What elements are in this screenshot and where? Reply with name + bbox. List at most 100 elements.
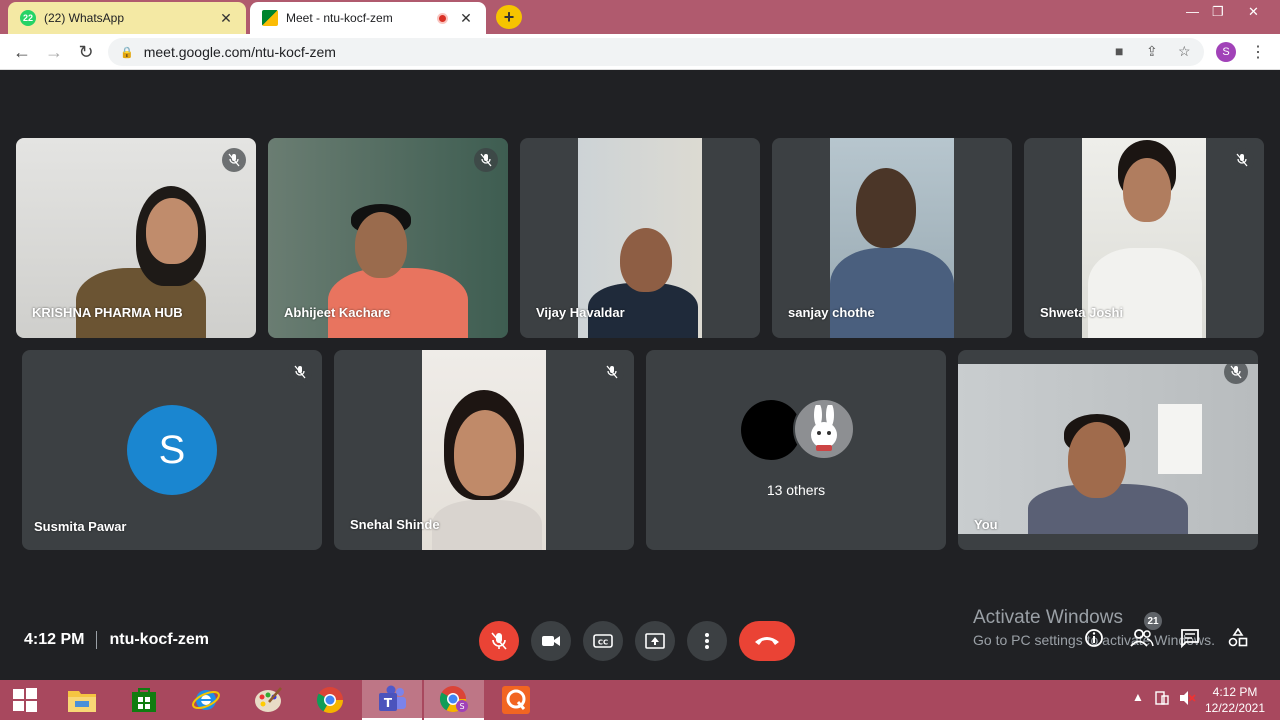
participant-tile[interactable]: KRISHNA PHARMA HUB [16, 138, 256, 338]
participant-tile[interactable]: Abhijeet Kachare [268, 138, 508, 338]
lock-icon: 🔒 [120, 46, 134, 59]
close-window-icon[interactable]: ✕ [1248, 4, 1259, 20]
reload-icon[interactable]: ↻ [76, 42, 96, 63]
taskbar-store[interactable] [114, 680, 174, 720]
people-button[interactable] [1130, 628, 1154, 653]
meeting-details-button[interactable] [1084, 628, 1104, 653]
participant-name: KRISHNA PHARMA HUB [32, 305, 183, 320]
participant-video [422, 350, 546, 550]
activities-icon [1228, 627, 1248, 647]
taskbar-internet-explorer[interactable] [176, 680, 236, 720]
mic-toggle-button[interactable] [479, 621, 519, 661]
teams-icon: T [379, 685, 406, 711]
participant-name: sanjay chothe [788, 305, 875, 320]
store-icon [132, 688, 156, 712]
camera-permission-icon[interactable]: ■ [1115, 43, 1123, 59]
participant-tile[interactable]: Vijay Havaldar [520, 138, 760, 338]
mic-muted-icon [600, 360, 624, 384]
participant-tile[interactable]: Shweta Joshi [1024, 138, 1264, 338]
close-tab-icon[interactable]: ✕ [458, 10, 474, 27]
windows-taskbar: T S ▲ 4:12 PM 12/22/2021 [0, 680, 1280, 720]
mic-muted-icon [1230, 148, 1254, 172]
taskbar-file-explorer[interactable] [52, 680, 112, 720]
participant-tile[interactable]: S Susmita Pawar [22, 350, 322, 550]
chrome-profile-icon: S [439, 686, 468, 713]
q-app-icon [502, 686, 530, 714]
network-icon[interactable] [1154, 690, 1170, 709]
tab-whatsapp[interactable]: 22 (22) WhatsApp ✕ [8, 2, 246, 34]
present-button[interactable] [635, 621, 675, 661]
taskbar-chrome[interactable] [300, 680, 360, 720]
mic-off-icon [491, 632, 507, 650]
browser-toolbar: ← → ↻ 🔒 meet.google.com/ntu-kocf-zem ■ ⇪… [0, 34, 1280, 70]
mic-muted-icon [474, 148, 498, 172]
clock-date: 12/22/2021 [1204, 701, 1266, 715]
svg-text:S: S [459, 702, 464, 711]
participant-name: Abhijeet Kachare [284, 305, 391, 320]
close-tab-icon[interactable]: ✕ [218, 10, 234, 27]
mic-muted-icon [288, 360, 312, 384]
forward-icon[interactable]: → [44, 42, 64, 63]
windows-logo-icon [13, 688, 37, 712]
tab-title: Meet - ntu-kocf-zem [286, 11, 393, 25]
tab-meet[interactable]: Meet - ntu-kocf-zem ✕ [250, 2, 486, 34]
chrome-icon [316, 687, 344, 714]
taskbar-teams[interactable]: T [362, 680, 422, 720]
folder-icon [68, 691, 96, 712]
avatar [793, 398, 855, 460]
others-count-label: 13 others [766, 482, 826, 498]
new-tab-button[interactable]: + [496, 5, 522, 29]
start-button[interactable] [0, 680, 50, 720]
activities-button[interactable] [1228, 627, 1248, 653]
hangup-icon [755, 637, 779, 645]
participant-tile[interactable]: Snehal Shinde [334, 350, 634, 550]
camera-icon [542, 636, 560, 646]
speaker-muted-icon[interactable] [1178, 690, 1196, 709]
participant-name: Vijay Havaldar [536, 305, 625, 320]
restore-icon[interactable]: ❐ [1212, 4, 1224, 20]
clock-time: 4:12 PM [1212, 685, 1258, 699]
meeting-code: ntu-kocf-zem [109, 631, 210, 648]
chat-icon [1181, 629, 1199, 649]
taskbar-paint[interactable] [238, 680, 298, 720]
meet-icon [262, 10, 278, 26]
address-bar[interactable]: 🔒 meet.google.com/ntu-kocf-zem [108, 38, 1204, 66]
others-tile[interactable]: 13 others [646, 350, 946, 550]
browser-menu-icon[interactable]: ⋮ [1250, 42, 1266, 62]
show-hidden-icons[interactable]: ▲ [1132, 690, 1144, 704]
more-icon [705, 633, 709, 649]
captions-button[interactable]: CC [583, 621, 623, 661]
mic-muted-icon [222, 148, 246, 172]
taskbar-chrome-profile[interactable]: S [424, 680, 484, 720]
info-icon [1085, 629, 1103, 647]
self-tile[interactable]: You [958, 350, 1258, 550]
minimize-icon[interactable]: — [1186, 4, 1199, 19]
taskbar-q-app[interactable] [486, 680, 546, 720]
leave-call-button[interactable] [739, 621, 795, 661]
svg-text:CC: CC [598, 639, 608, 647]
captions-icon: CC [593, 634, 613, 648]
more-options-button[interactable] [687, 621, 727, 661]
url-text: meet.google.com/ntu-kocf-zem [143, 44, 336, 60]
bookmark-star-icon[interactable]: ☆ [1178, 43, 1191, 60]
divider [96, 631, 98, 649]
participant-tile[interactable]: sanjay chothe [772, 138, 1012, 338]
chat-button[interactable] [1180, 628, 1200, 653]
meeting-time: 4:12 PM [24, 631, 85, 648]
share-icon[interactable]: ⇪ [1146, 43, 1158, 60]
internet-explorer-icon [192, 690, 220, 710]
present-icon [645, 633, 665, 649]
back-icon[interactable]: ← [12, 42, 32, 63]
participant-video [958, 364, 1258, 534]
paint-palette-icon [255, 687, 282, 712]
participant-name: Snehal Shinde [350, 517, 440, 532]
svg-text:T: T [384, 696, 393, 710]
profile-avatar[interactable]: S [1216, 42, 1236, 62]
camera-toggle-button[interactable] [531, 621, 571, 661]
participant-name: You [974, 517, 998, 532]
tab-title: (22) WhatsApp [44, 11, 125, 25]
participant-name: Shweta Joshi [1040, 305, 1124, 320]
avatar [741, 400, 801, 460]
avatar: S [127, 405, 217, 495]
system-clock[interactable]: 4:12 PM 12/22/2021 [1200, 684, 1270, 716]
